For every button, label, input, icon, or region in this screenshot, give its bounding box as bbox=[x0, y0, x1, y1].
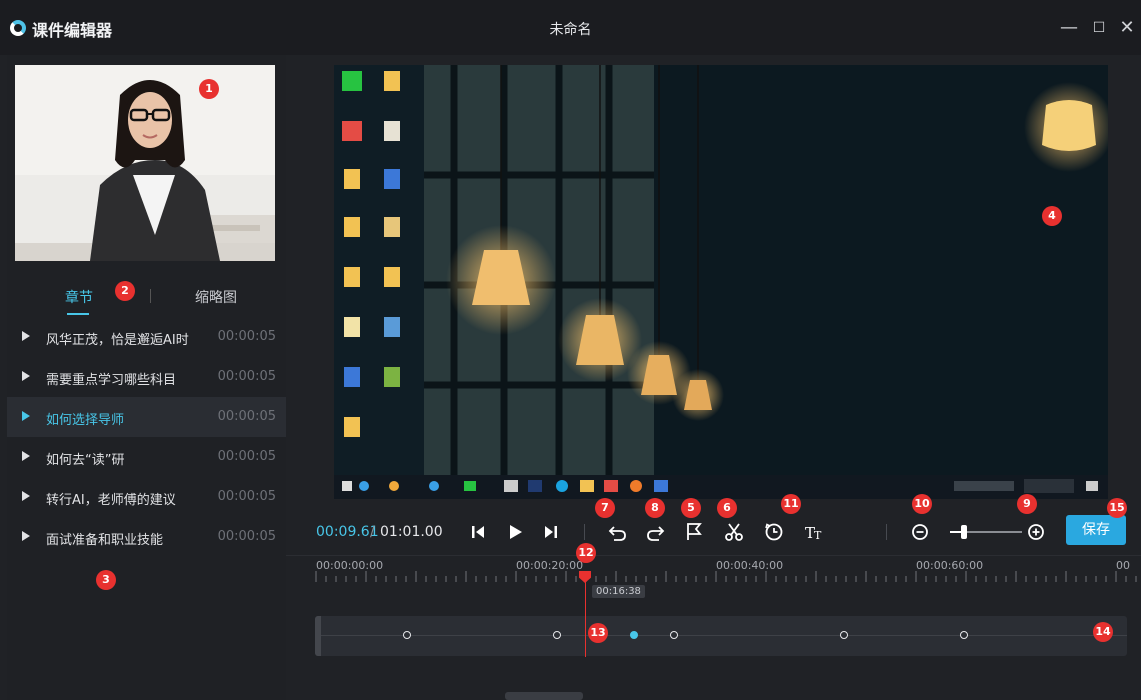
chapter-duration: 00:00:05 bbox=[217, 329, 276, 344]
title-bar: 课件编辑器 未命名 — ☐ ✕ bbox=[0, 0, 1141, 55]
zoom-slider-thumb[interactable] bbox=[961, 525, 968, 539]
text-tool-icon[interactable]: TT bbox=[802, 520, 826, 544]
courseware-editor: 课件编辑器 未命名 — ☐ ✕ 章节 缩略图 风华正茂，恰是邂逅AI时 00:0… bbox=[0, 0, 1141, 700]
tab-chapters[interactable]: 章节 bbox=[65, 287, 93, 307]
chapter-title: 需要重点学习哪些科目 bbox=[46, 373, 177, 388]
save-button[interactable]: 保存 bbox=[1066, 515, 1126, 545]
svg-text:T: T bbox=[814, 529, 822, 542]
timeline-track[interactable] bbox=[315, 616, 1127, 656]
next-frame-icon[interactable] bbox=[539, 520, 563, 544]
chapter-title: 如何选择导师 bbox=[46, 413, 125, 428]
tab-active-indicator bbox=[67, 313, 89, 315]
zoom-in-icon[interactable] bbox=[1024, 520, 1048, 544]
chapter-item[interactable]: 需要重点学习哪些科目 00:00:05 bbox=[7, 357, 286, 397]
maximize-button[interactable]: ☐ bbox=[1085, 14, 1113, 42]
player-toolbar: 00:09.61 / 01:01.00 TT 保存 bbox=[286, 507, 1141, 557]
tab-divider bbox=[150, 289, 151, 303]
keyframe-dot[interactable] bbox=[840, 631, 848, 639]
keyframe-dot-selected[interactable] bbox=[630, 631, 638, 639]
play-triangle-icon bbox=[22, 451, 30, 461]
chapter-title: 风华正茂，恰是邂逅AI时 bbox=[46, 333, 189, 348]
keyframe-dot[interactable] bbox=[553, 631, 561, 639]
annotation-badge: 15 bbox=[1107, 498, 1127, 518]
zoom-slider[interactable] bbox=[950, 525, 1022, 539]
annotation-badge: 8 bbox=[645, 498, 665, 518]
ruler-ticks bbox=[315, 571, 1137, 582]
annotation-badge: 1 bbox=[199, 79, 219, 99]
mark-flag-icon[interactable] bbox=[682, 520, 706, 544]
playhead-time-label: 00:16:38 bbox=[592, 585, 645, 598]
track-line bbox=[321, 635, 1127, 636]
timeline-ruler[interactable]: 00:00:00:00 00:00:20:00 00:00:40:00 00:0… bbox=[286, 555, 1141, 585]
chapter-item[interactable]: 风华正茂，恰是邂逅AI时 00:00:05 bbox=[7, 317, 286, 357]
annotation-badge: 10 bbox=[912, 494, 932, 514]
keyframe-dot[interactable] bbox=[670, 631, 678, 639]
chapter-item-active[interactable]: 如何选择导师 00:00:05 bbox=[7, 397, 286, 437]
keyframe-dot[interactable] bbox=[403, 631, 411, 639]
document-title: 未命名 bbox=[549, 22, 592, 38]
annotation-badge: 3 bbox=[96, 570, 116, 590]
zoom-out-icon[interactable] bbox=[908, 520, 932, 544]
left-panel: 章节 缩略图 风华正茂，恰是邂逅AI时 00:00:05 需要重点学习哪些科目 … bbox=[7, 55, 286, 700]
desktop-screenshot bbox=[334, 65, 1108, 499]
annotation-badge: 13 bbox=[588, 623, 608, 643]
chapter-item[interactable]: 面试准备和职业技能 00:00:05 bbox=[7, 517, 286, 557]
play-triangle-icon bbox=[22, 371, 30, 381]
close-button[interactable]: ✕ bbox=[1113, 14, 1141, 42]
annotation-badge: 14 bbox=[1093, 622, 1113, 642]
chapter-list: 风华正茂，恰是邂逅AI时 00:00:05 需要重点学习哪些科目 00:00:0… bbox=[7, 317, 286, 557]
chapter-duration: 00:00:05 bbox=[217, 529, 276, 544]
chapter-duration: 00:00:05 bbox=[217, 409, 276, 424]
track-handle[interactable] bbox=[315, 616, 321, 656]
chapter-title: 面试准备和职业技能 bbox=[46, 533, 164, 548]
annotation-badge: 6 bbox=[717, 498, 737, 518]
scissors-icon[interactable] bbox=[722, 520, 746, 544]
chapter-title: 如何去“读”研 bbox=[46, 453, 125, 468]
toolbar-divider bbox=[584, 524, 585, 540]
previous-frame-icon[interactable] bbox=[466, 520, 490, 544]
redo-icon[interactable] bbox=[643, 520, 667, 544]
annotation-badge: 9 bbox=[1017, 494, 1037, 514]
timeline-scrollbar[interactable] bbox=[505, 692, 583, 700]
chapter-title: 转行AI，老师傅的建议 bbox=[46, 493, 176, 508]
annotation-badge: 5 bbox=[681, 498, 701, 518]
undo-icon[interactable] bbox=[606, 520, 630, 544]
playhead-line bbox=[585, 577, 586, 657]
annotation-badge: 2 bbox=[115, 281, 135, 301]
chapter-item[interactable]: 如何去“读”研 00:00:05 bbox=[7, 437, 286, 477]
left-panel-tabs: 章节 缩略图 bbox=[7, 277, 286, 317]
video-preview[interactable] bbox=[334, 65, 1108, 499]
annotation-badge: 12 bbox=[576, 543, 596, 563]
play-triangle-icon bbox=[22, 531, 30, 541]
annotation-badge: 4 bbox=[1042, 206, 1062, 226]
minimize-button[interactable]: — bbox=[1055, 14, 1083, 42]
keyframe-dot[interactable] bbox=[960, 631, 968, 639]
tab-thumbnails[interactable]: 缩略图 bbox=[195, 287, 237, 307]
annotation-badge: 11 bbox=[781, 494, 801, 514]
chapter-duration: 00:00:05 bbox=[217, 369, 276, 384]
history-clock-icon[interactable] bbox=[762, 520, 786, 544]
annotation-badge: 7 bbox=[595, 498, 615, 518]
chapter-duration: 00:00:05 bbox=[217, 489, 276, 504]
play-icon[interactable] bbox=[503, 520, 527, 544]
presenter-image bbox=[15, 65, 275, 261]
total-time: 01:01.00 bbox=[380, 524, 443, 540]
play-triangle-icon bbox=[22, 491, 30, 501]
chapter-duration: 00:00:05 bbox=[217, 449, 276, 464]
time-separator: / bbox=[370, 524, 375, 540]
chapter-item[interactable]: 转行AI，老师傅的建议 00:00:05 bbox=[7, 477, 286, 517]
presenter-video bbox=[15, 65, 275, 261]
toolbar-divider bbox=[886, 524, 887, 540]
play-triangle-icon bbox=[22, 331, 30, 341]
play-triangle-icon bbox=[22, 411, 30, 421]
